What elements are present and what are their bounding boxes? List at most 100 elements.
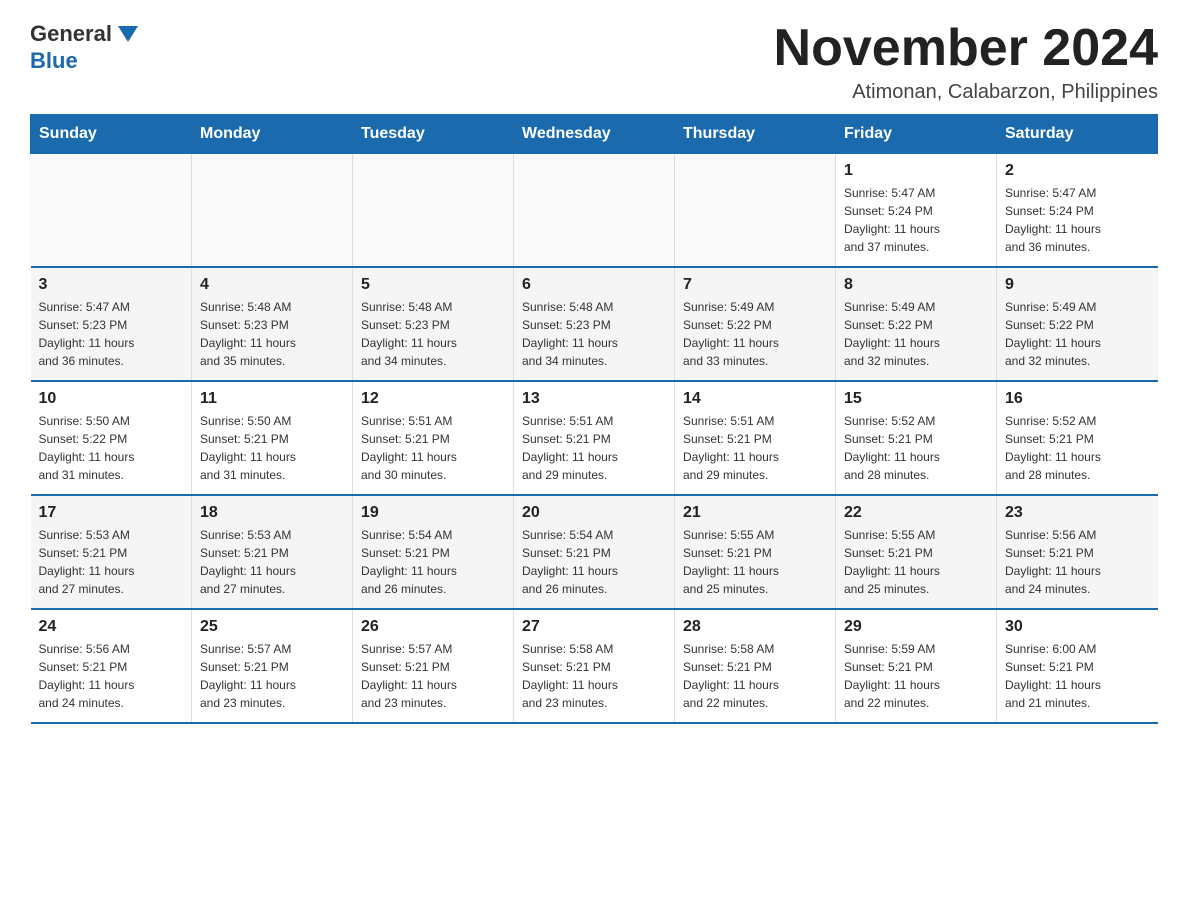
day-number: 1 — [844, 162, 988, 180]
day-info: Sunrise: 6:00 AM Sunset: 5:21 PM Dayligh… — [1005, 640, 1150, 712]
day-info: Sunrise: 5:47 AM Sunset: 5:23 PM Dayligh… — [39, 298, 184, 370]
calendar-cell — [192, 154, 353, 268]
day-number: 14 — [683, 390, 827, 408]
weekday-header-monday: Monday — [192, 115, 353, 154]
day-info: Sunrise: 5:57 AM Sunset: 5:21 PM Dayligh… — [361, 640, 505, 712]
weekday-header-row: SundayMondayTuesdayWednesdayThursdayFrid… — [31, 115, 1158, 154]
day-number: 7 — [683, 276, 827, 294]
calendar-cell: 9 Sunrise: 5:49 AM Sunset: 5:22 PM Daylig… — [997, 267, 1158, 381]
calendar-cell: 30 Sunrise: 6:00 AM Sunset: 5:21 PM Dayli… — [997, 609, 1158, 723]
day-info: Sunrise: 5:56 AM Sunset: 5:21 PM Dayligh… — [1005, 526, 1150, 598]
day-info: Sunrise: 5:48 AM Sunset: 5:23 PM Dayligh… — [200, 298, 344, 370]
calendar-cell: 19 Sunrise: 5:54 AM Sunset: 5:21 PM Dayli… — [353, 495, 514, 609]
day-number: 8 — [844, 276, 988, 294]
day-number: 22 — [844, 504, 988, 522]
calendar-table: SundayMondayTuesdayWednesdayThursdayFrid… — [30, 114, 1158, 724]
weekday-header-sunday: Sunday — [31, 115, 192, 154]
weekday-header-wednesday: Wednesday — [514, 115, 675, 154]
calendar-cell: 21 Sunrise: 5:55 AM Sunset: 5:21 PM Dayli… — [675, 495, 836, 609]
weekday-header-saturday: Saturday — [997, 115, 1158, 154]
day-number: 17 — [39, 504, 184, 522]
day-number: 16 — [1005, 390, 1150, 408]
calendar-cell: 13Sunrise: 5:51 AM Sunset: 5:21 PM Dayli… — [514, 381, 675, 495]
calendar-cell: 2 Sunrise: 5:47 AM Sunset: 5:24 PM Daylig… — [997, 154, 1158, 268]
calendar-cell: 3 Sunrise: 5:47 AM Sunset: 5:23 PM Daylig… — [31, 267, 192, 381]
day-number: 19 — [361, 504, 505, 522]
day-number: 12 — [361, 390, 505, 408]
day-info: Sunrise: 5:51 AM Sunset: 5:21 PM Dayligh… — [361, 412, 505, 484]
day-number: 9 — [1005, 276, 1150, 294]
logo-triangle-icon — [114, 20, 142, 48]
day-info: Sunrise: 5:47 AM Sunset: 5:24 PM Dayligh… — [844, 184, 988, 256]
day-info: Sunrise: 5:58 AM Sunset: 5:21 PM Dayligh… — [522, 640, 666, 712]
day-info: Sunrise: 5:55 AM Sunset: 5:21 PM Dayligh… — [844, 526, 988, 598]
day-info: Sunrise: 5:59 AM Sunset: 5:21 PM Dayligh… — [844, 640, 988, 712]
calendar-week-row: 10 Sunrise: 5:50 AM Sunset: 5:22 PM Dayli… — [31, 381, 1158, 495]
day-info: Sunrise: 5:47 AM Sunset: 5:24 PM Dayligh… — [1005, 184, 1150, 256]
day-info: Sunrise: 5:51 AM Sunset: 5:21 PM Dayligh… — [683, 412, 827, 484]
day-number: 26 — [361, 618, 505, 636]
day-info: Sunrise: 5:57 AM Sunset: 5:21 PM Dayligh… — [200, 640, 344, 712]
calendar-cell: 10 Sunrise: 5:50 AM Sunset: 5:22 PM Dayli… — [31, 381, 192, 495]
day-number: 23 — [1005, 504, 1150, 522]
day-number: 30 — [1005, 618, 1150, 636]
weekday-header-tuesday: Tuesday — [353, 115, 514, 154]
calendar-cell: 12 Sunrise: 5:51 AM Sunset: 5:21 PM Dayli… — [353, 381, 514, 495]
day-number: 2 — [1005, 162, 1150, 180]
calendar-cell: 7 Sunrise: 5:49 AM Sunset: 5:22 PM Daylig… — [675, 267, 836, 381]
day-number: 10 — [39, 390, 184, 408]
calendar-cell: 4 Sunrise: 5:48 AM Sunset: 5:23 PM Daylig… — [192, 267, 353, 381]
calendar-cell: 16Sunrise: 5:52 AM Sunset: 5:21 PM Dayli… — [997, 381, 1158, 495]
day-info: Sunrise: 5:51 AM Sunset: 5:21 PM Dayligh… — [522, 412, 666, 484]
day-info: Sunrise: 5:54 AM Sunset: 5:21 PM Dayligh… — [522, 526, 666, 598]
day-info: Sunrise: 5:50 AM Sunset: 5:21 PM Dayligh… — [200, 412, 344, 484]
calendar-cell: 26 Sunrise: 5:57 AM Sunset: 5:21 PM Dayli… — [353, 609, 514, 723]
day-number: 18 — [200, 504, 344, 522]
day-info: Sunrise: 5:49 AM Sunset: 5:22 PM Dayligh… — [844, 298, 988, 370]
day-number: 27 — [522, 618, 666, 636]
day-number: 21 — [683, 504, 827, 522]
calendar-cell: 28Sunrise: 5:58 AM Sunset: 5:21 PM Dayli… — [675, 609, 836, 723]
calendar-cell: 11Sunrise: 5:50 AM Sunset: 5:21 PM Dayli… — [192, 381, 353, 495]
day-info: Sunrise: 5:49 AM Sunset: 5:22 PM Dayligh… — [1005, 298, 1150, 370]
calendar-cell: 17 Sunrise: 5:53 AM Sunset: 5:21 PM Dayli… — [31, 495, 192, 609]
calendar-cell: 5 Sunrise: 5:48 AM Sunset: 5:23 PM Daylig… — [353, 267, 514, 381]
day-number: 3 — [39, 276, 184, 294]
day-info: Sunrise: 5:54 AM Sunset: 5:21 PM Dayligh… — [361, 526, 505, 598]
calendar-cell: 18 Sunrise: 5:53 AM Sunset: 5:21 PM Dayli… — [192, 495, 353, 609]
day-info: Sunrise: 5:49 AM Sunset: 5:22 PM Dayligh… — [683, 298, 827, 370]
day-info: Sunrise: 5:52 AM Sunset: 5:21 PM Dayligh… — [844, 412, 988, 484]
day-info: Sunrise: 5:53 AM Sunset: 5:21 PM Dayligh… — [200, 526, 344, 598]
month-title: November 2024 — [774, 20, 1158, 77]
day-number: 4 — [200, 276, 344, 294]
weekday-header-thursday: Thursday — [675, 115, 836, 154]
calendar-cell: 14 Sunrise: 5:51 AM Sunset: 5:21 PM Dayli… — [675, 381, 836, 495]
day-info: Sunrise: 5:48 AM Sunset: 5:23 PM Dayligh… — [361, 298, 505, 370]
calendar-cell: 1 Sunrise: 5:47 AM Sunset: 5:24 PM Daylig… — [836, 154, 997, 268]
calendar-week-row: 24Sunrise: 5:56 AM Sunset: 5:21 PM Dayli… — [31, 609, 1158, 723]
calendar-cell: 8 Sunrise: 5:49 AM Sunset: 5:22 PM Daylig… — [836, 267, 997, 381]
day-number: 5 — [361, 276, 505, 294]
day-info: Sunrise: 5:50 AM Sunset: 5:22 PM Dayligh… — [39, 412, 184, 484]
day-info: Sunrise: 5:58 AM Sunset: 5:21 PM Dayligh… — [683, 640, 827, 712]
calendar-week-row: 3 Sunrise: 5:47 AM Sunset: 5:23 PM Daylig… — [31, 267, 1158, 381]
day-number: 24 — [39, 618, 184, 636]
calendar-cell: 27 Sunrise: 5:58 AM Sunset: 5:21 PM Dayli… — [514, 609, 675, 723]
calendar-cell: 20Sunrise: 5:54 AM Sunset: 5:21 PM Dayli… — [514, 495, 675, 609]
page-header: General Blue November 2024 Atimonan, Cal… — [30, 20, 1158, 104]
logo-blue-text: Blue — [30, 48, 78, 74]
title-block: November 2024 Atimonan, Calabarzon, Phil… — [774, 20, 1158, 104]
day-info: Sunrise: 5:55 AM Sunset: 5:21 PM Dayligh… — [683, 526, 827, 598]
day-number: 25 — [200, 618, 344, 636]
calendar-cell: 15 Sunrise: 5:52 AM Sunset: 5:21 PM Dayli… — [836, 381, 997, 495]
calendar-cell — [514, 154, 675, 268]
calendar-cell: 22 Sunrise: 5:55 AM Sunset: 5:21 PM Dayli… — [836, 495, 997, 609]
day-number: 15 — [844, 390, 988, 408]
day-number: 29 — [844, 618, 988, 636]
calendar-week-row: 1 Sunrise: 5:47 AM Sunset: 5:24 PM Daylig… — [31, 154, 1158, 268]
calendar-cell: 6Sunrise: 5:48 AM Sunset: 5:23 PM Daylig… — [514, 267, 675, 381]
calendar-cell — [353, 154, 514, 268]
day-number: 6 — [522, 276, 666, 294]
logo: General Blue — [30, 20, 142, 74]
day-info: Sunrise: 5:53 AM Sunset: 5:21 PM Dayligh… — [39, 526, 184, 598]
